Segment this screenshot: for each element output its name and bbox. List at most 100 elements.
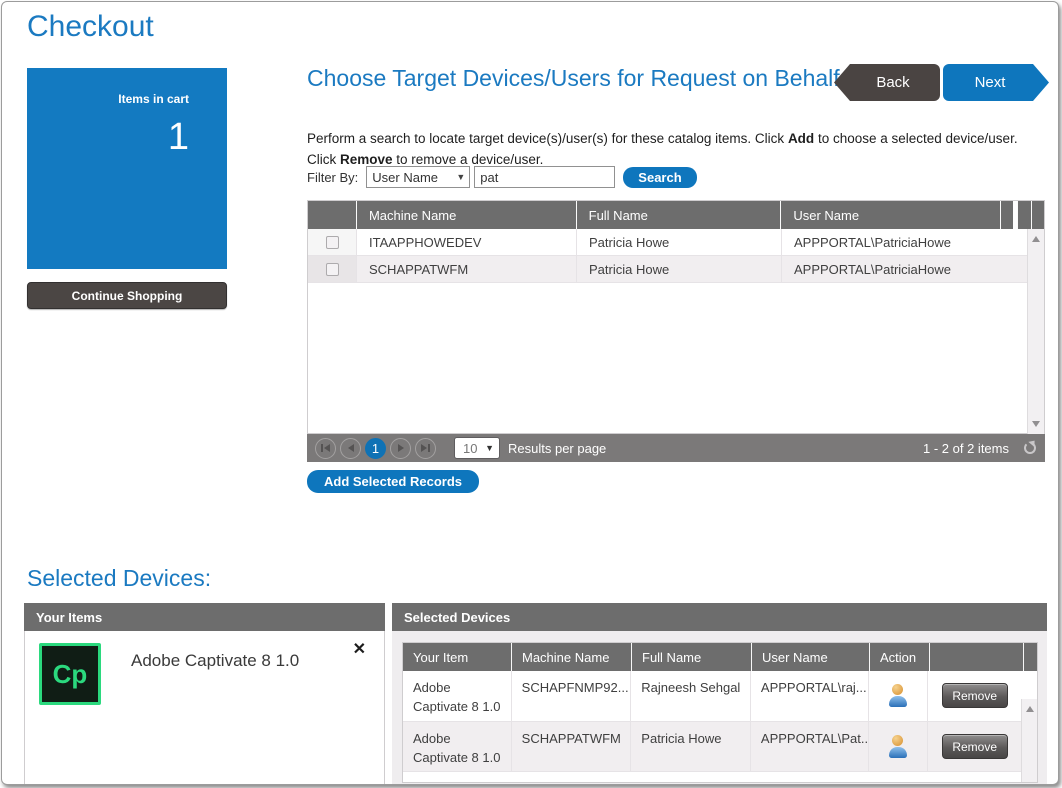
table-row[interactable]: ITAAPPHOWEDEV Patricia Howe APPPORTAL\Pa… [308,229,1044,256]
last-page-icon [428,444,430,452]
user-icon[interactable] [889,735,907,759]
vertical-scrollbar[interactable] [1021,699,1037,782]
checkout-page: Checkout Items in cart 1 Continue Shoppi… [1,1,1059,785]
filter-by-select[interactable]: User Name ▼ [366,166,470,188]
remove-cell: Remove [927,671,1021,721]
cart-summary-box: Items in cart 1 [27,68,227,269]
chevron-down-icon: ▼ [456,172,465,182]
selected-devices-panel-header: Selected Devices [392,603,1047,631]
first-page-icon [324,444,330,452]
previous-page-icon [348,444,354,452]
user-icon [892,684,903,695]
search-results-grid: Machine Name Full Name User Name ITAAPPH… [307,200,1045,434]
instructions-text: Perform a search to locate target device… [307,129,1044,171]
remove-button[interactable]: Remove [942,734,1008,759]
grid-header-spacer [1023,643,1037,671]
back-button[interactable]: Back [834,64,940,101]
remove-button[interactable]: Remove [942,683,1008,708]
close-icon[interactable]: ✕ [353,639,366,659]
user-icon [892,735,903,746]
filter-by-label: Filter By: [307,170,358,185]
full-name-cell: Rajneesh Sehgal [630,671,750,721]
user-icon [889,696,907,707]
user-icon[interactable] [889,684,907,708]
your-items-panel: Cp Adobe Captivate 8 1.0 ✕ [24,631,385,785]
your-item-cell: Adobe Captivate 8 1.0 [403,671,511,721]
continue-shopping-button[interactable]: Continue Shopping [27,282,227,309]
selected-devices-grid-header: Your Item Machine Name Full Name User Na… [403,643,1037,671]
first-page-button[interactable] [315,438,336,459]
your-item-column-header[interactable]: Your Item [403,643,511,671]
row-checkbox-cell [308,256,356,282]
search-results-header: Machine Name Full Name User Name [308,201,1044,229]
selected-devices-panel: Your Item Machine Name Full Name User Na… [392,631,1047,785]
refresh-icon[interactable] [1023,441,1037,455]
add-selected-records-button[interactable]: Add Selected Records [307,470,479,493]
remove-column-header [929,643,1023,671]
captivate-app-icon: Cp [39,643,101,705]
previous-page-button[interactable] [340,438,361,459]
filter-by-selected-value: User Name [372,170,438,185]
full-name-column-header[interactable]: Full Name [576,201,781,229]
instructions-part3: to remove a device/user. [393,152,544,167]
row-checkbox[interactable] [326,236,339,249]
items-count-label: 1 - 2 of 2 items [923,441,1009,456]
scroll-down-icon[interactable] [1032,421,1040,427]
user-name-cell: APPPORTAL\raj... [750,671,868,721]
cart-item-name: Adobe Captivate 8 1.0 [131,651,370,671]
your-items-panel-header: Your Items [24,603,385,631]
machine-name-column-header[interactable]: Machine Name [356,201,576,229]
table-row: Adobe Captivate 8 1.0 SCHAPFNMP92... Raj… [403,671,1037,722]
last-page-button[interactable] [415,438,436,459]
full-name-column-header[interactable]: Full Name [631,643,751,671]
filter-row: Filter By: User Name ▼ Search [307,166,697,188]
search-input[interactable] [474,166,615,188]
instructions-part1: Perform a search to locate target device… [307,131,788,146]
page-size-value: 10 [463,441,477,456]
last-page-icon [421,444,427,452]
next-page-icon [398,444,404,452]
row-checkbox[interactable] [326,263,339,276]
grid-header-spacer [1000,201,1013,229]
user-name-column-header[interactable]: User Name [780,201,1000,229]
scroll-up-icon[interactable] [1032,236,1040,242]
scroll-up-icon[interactable] [1026,706,1034,712]
partial-row [403,772,1037,782]
cart-items-count: 1 [27,116,189,159]
cart-item: Cp Adobe Captivate 8 1.0 ✕ [25,631,384,683]
search-results-body: ITAAPPHOWEDEV Patricia Howe APPPORTAL\Pa… [308,229,1044,434]
page-title: Checkout [27,10,154,44]
chevron-down-icon: ▼ [485,443,494,453]
action-cell [868,671,928,721]
full-name-cell: Patricia Howe [576,256,781,282]
remove-cell: Remove [927,722,1021,772]
cart-items-label: Items in cart [27,92,189,106]
user-name-column-header[interactable]: User Name [751,643,869,671]
machine-name-cell: SCHAPPATWFM [356,256,576,282]
selected-devices-grid-body: Adobe Captivate 8 1.0 SCHAPFNMP92... Raj… [403,671,1037,782]
wizard-step-heading: Choose Target Devices/Users for Request … [307,64,842,93]
first-page-icon [321,444,323,452]
full-name-cell: Patricia Howe [576,229,781,255]
selected-devices-grid: Your Item Machine Name Full Name User Na… [402,642,1038,783]
vertical-scrollbar[interactable] [1027,229,1044,434]
machine-name-column-header[interactable]: Machine Name [511,643,631,671]
table-row[interactable]: SCHAPPATWFM Patricia Howe APPPORTAL\Patr… [308,256,1044,283]
user-name-cell: APPPORTAL\Pat... [750,722,868,772]
full-name-cell: Patricia Howe [630,722,750,772]
pager-right: 1 - 2 of 2 items [923,441,1037,456]
page-size-select[interactable]: 10 ▼ [454,437,500,459]
grid-header-spacer [1017,201,1031,229]
instructions-add-keyword: Add [788,131,814,146]
search-button[interactable]: Search [623,167,696,188]
machine-name-cell: SCHAPFNMP92... [511,671,631,721]
action-column-header[interactable]: Action [869,643,929,671]
checkbox-column-header [308,201,356,229]
row-checkbox-cell [308,229,356,255]
current-page-button[interactable]: 1 [365,438,386,459]
results-per-page-label: Results per page [508,441,606,456]
selected-devices-heading: Selected Devices: [27,565,211,592]
your-item-cell: Adobe Captivate 8 1.0 [403,722,511,772]
next-button[interactable]: Next [943,64,1049,101]
next-page-button[interactable] [390,438,411,459]
